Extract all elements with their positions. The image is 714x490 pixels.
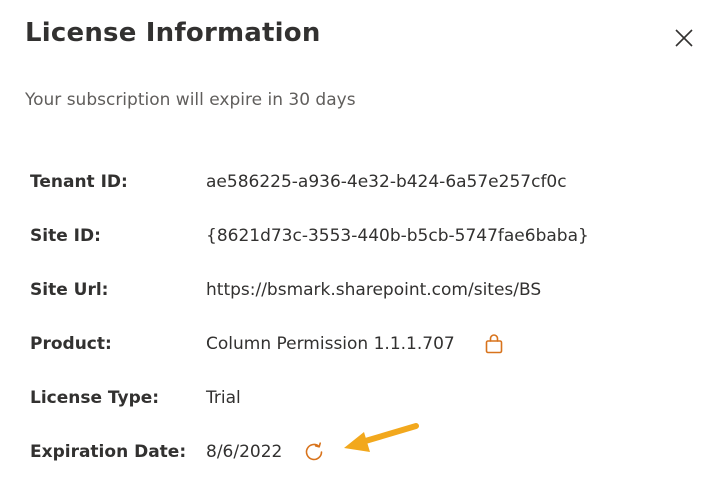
tenant-id-label: Tenant ID: [30,172,128,192]
close-icon [675,29,693,47]
shopping-bag-icon [485,334,503,354]
site-url-label: Site Url: [30,280,109,300]
product-label: Product: [30,334,112,354]
refresh-icon [305,442,323,461]
expiration-date-value: 8/6/2022 [206,442,283,462]
site-id-label: Site ID: [30,226,101,246]
expiration-date-row: Expiration Date: 8/6/2022 [30,442,350,472]
refresh-license-button[interactable] [302,440,326,464]
license-type-value: Trial [206,388,241,408]
product-row: Product: Column Permission 1.1.1.707 [30,334,550,364]
buy-license-button[interactable] [482,332,506,356]
tenant-id-value: ae586225-a936-4e32-b424-6a57e257cf0c [206,172,567,192]
annotation-arrow [344,423,419,452]
close-button[interactable] [668,22,700,54]
product-value: Column Permission 1.1.1.707 [206,334,455,354]
dialog-title: License Information [25,18,321,48]
license-information-dialog: License Information Your subscription wi… [0,0,714,490]
site-url-value: https://bsmark.sharepoint.com/sites/BS [206,280,542,300]
expiration-date-label: Expiration Date: [30,442,187,462]
license-type-label: License Type: [30,388,160,408]
expiry-notice: Your subscription will expire in 30 days [25,90,356,110]
site-id-value: {8621d73c-3553-440b-b5cb-5747fae6baba} [206,226,589,246]
